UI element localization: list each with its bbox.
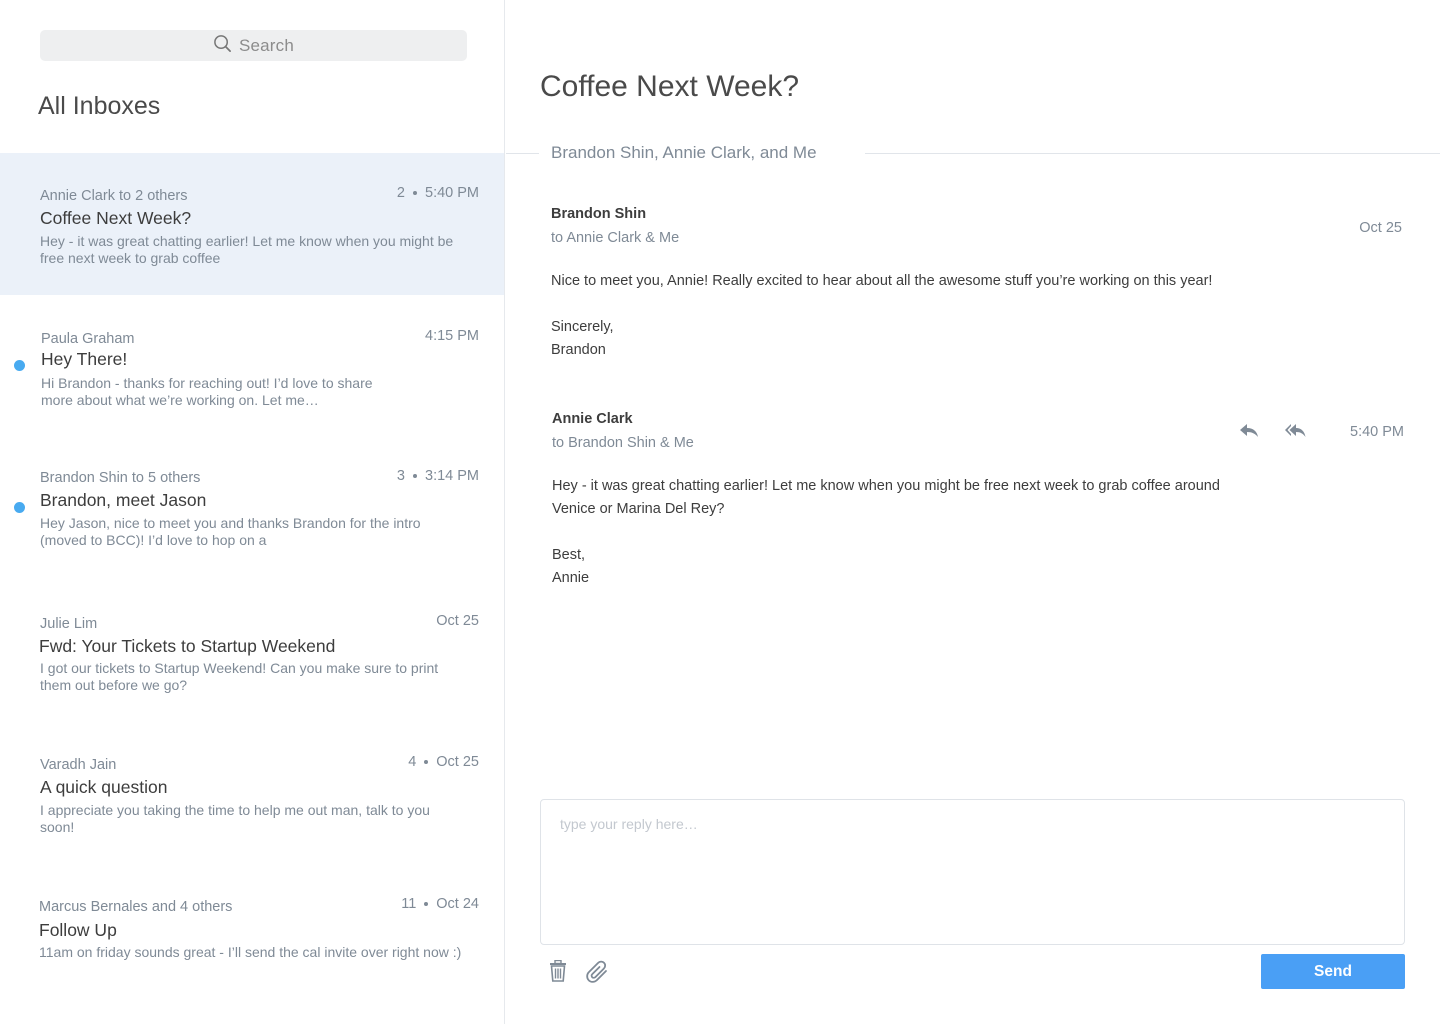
thread-item[interactable]: Marcus Bernales and 4 others 11 Oct 24 F…	[0, 866, 504, 1008]
thread-subject: Hey There!	[41, 349, 128, 369]
thread-time: 4:15 PM	[425, 328, 479, 344]
thread-subject: Coffee Next Week?	[40, 208, 192, 228]
thread-item-selected[interactable]: Annie Clark to 2 others 2 5:40 PM Coffee…	[0, 153, 504, 295]
unread-indicator	[14, 360, 25, 371]
thread-snippet: 11am on friday sounds great - I’ll send …	[39, 944, 462, 960]
message-recipients: to Annie Clark & Me	[551, 230, 680, 246]
thread-time: 3:14 PM	[425, 468, 479, 484]
separator-dot	[413, 191, 417, 195]
thread-item[interactable]: Varadh Jain 4 Oct 25 A quick question I …	[0, 724, 504, 866]
thread-count: 3	[396, 468, 405, 484]
thread-item[interactable]: Julie Lim Oct 25 Fwd: Your Tickets to St…	[0, 583, 504, 725]
thread-snippet: I appreciate you taking the time to help…	[40, 802, 430, 835]
message-paragraph: Nice to meet you, Annie! Really excited …	[551, 273, 1213, 289]
participants-label: Brandon Shin, Annie Clark, and Me	[551, 143, 817, 162]
thread-sender: Varadh Jain	[40, 757, 117, 773]
divider	[506, 153, 539, 154]
participants-header: Brandon Shin, Annie Clark, and Me	[506, 140, 1440, 168]
message-time: Oct 25	[1359, 220, 1402, 236]
search-icon	[213, 34, 232, 58]
message-body: Nice to meet you, Annie! Really excited …	[551, 270, 1401, 362]
reply-icon[interactable]	[1238, 421, 1260, 444]
send-button[interactable]: Send	[1261, 954, 1405, 989]
unread-indicator	[14, 502, 25, 513]
thread-count: 11	[401, 896, 417, 912]
thread-meta: 3 3:14 PM	[397, 468, 479, 484]
message: Brandon Shin to Annie Clark & Me Oct 25 …	[551, 206, 1402, 385]
search-placeholder: Search	[238, 35, 295, 55]
trash-icon[interactable]	[549, 959, 567, 987]
separator-dot	[413, 474, 417, 478]
thread-time: Oct 25	[436, 754, 479, 770]
message-actions	[1238, 421, 1306, 444]
message-signoff: Sincerely, Brandon	[551, 319, 614, 358]
thread-count: 4	[408, 754, 417, 770]
thread-sender: Annie Clark to 2 others	[40, 188, 188, 204]
thread-time: Oct 24	[436, 896, 479, 912]
thread-time: Oct 25	[436, 613, 479, 629]
thread-subject: A quick question	[40, 777, 168, 797]
inbox-title: All Inboxes	[38, 92, 161, 120]
thread-snippet: Hi Brandon - thanks for reaching out! I’…	[41, 375, 373, 408]
thread-subject: Follow Up	[39, 920, 117, 940]
thread-sender: Marcus Bernales and 4 others	[39, 899, 233, 915]
thread-meta: 4:15 PM	[425, 328, 479, 344]
conversation-pane: Coffee Next Week? Brandon Shin, Annie Cl…	[506, 0, 1440, 1024]
separator-dot	[424, 760, 429, 764]
thread-meta: 11 Oct 24	[401, 896, 479, 912]
message-sender: Brandon Shin	[551, 206, 647, 222]
divider	[865, 153, 1440, 154]
thread-snippet: I got our tickets to Startup Weekend! Ca…	[40, 660, 439, 693]
thread-snippet: Hey - it was great chatting earlier! Let…	[40, 233, 454, 266]
message: Annie Clark to Brandon Shin & Me 5:40 PM…	[552, 411, 1404, 613]
thread-sender: Brandon Shin to 5 others	[40, 470, 201, 486]
message-time: 5:40 PM	[1350, 424, 1404, 440]
thread-sender: Julie Lim	[40, 616, 98, 632]
thread-snippet: Hey Jason, nice to meet you and thanks B…	[40, 515, 421, 548]
reply-textarea[interactable]	[540, 799, 1405, 945]
reply-all-icon[interactable]	[1284, 421, 1306, 444]
conversation-title: Coffee Next Week?	[540, 70, 800, 103]
thread-list-sidebar: Search All Inboxes Annie Clark to 2 othe…	[0, 0, 505, 1024]
thread-meta: 2 5:40 PM	[397, 185, 479, 201]
message-signoff: Best, Annie	[552, 547, 590, 586]
thread-subject: Brandon, meet Jason	[40, 490, 207, 510]
thread-sender: Paula Graham	[41, 331, 135, 347]
message-body: Hey - it was great chatting earlier! Let…	[552, 475, 1402, 590]
paperclip-icon[interactable]	[586, 960, 610, 989]
thread-meta: Oct 25	[436, 613, 479, 629]
thread-item[interactable]: Brandon Shin to 5 others 3 3:14 PM Brand…	[0, 438, 504, 580]
thread-item[interactable]: Paula Graham 4:15 PM Hey There! Hi Brand…	[0, 296, 504, 438]
thread-time: 5:40 PM	[425, 185, 479, 201]
thread-subject: Fwd: Your Tickets to Startup Weekend	[39, 636, 336, 656]
separator-dot	[424, 902, 429, 906]
search-input[interactable]: Search	[40, 30, 467, 61]
thread-meta: 4 Oct 25	[408, 754, 479, 770]
thread-count: 2	[396, 185, 405, 201]
message-paragraph: Hey - it was great chatting earlier! Let…	[552, 478, 1220, 517]
